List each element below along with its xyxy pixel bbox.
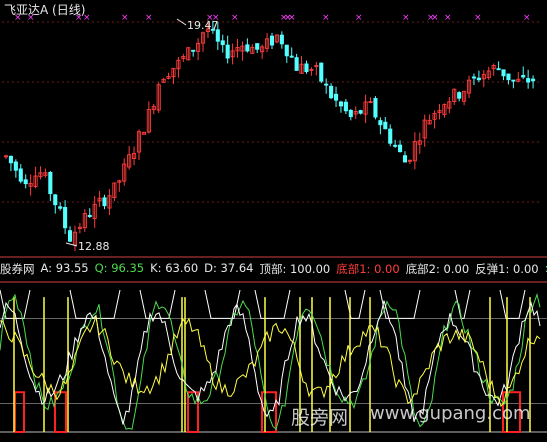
candle-body [58,206,63,209]
candle-body [102,197,107,207]
indicator-name: 股券网 [0,262,35,276]
signal-marker: × [121,13,129,23]
candle-body [18,168,23,182]
candle-body [329,85,334,99]
signal-marker: × [288,13,296,23]
low-price-label: 12.88 [78,240,110,253]
candle-body [476,77,481,81]
signal-marker: × [444,13,452,23]
candle-body [348,109,353,118]
indicator-d-value: D: 37.64 [204,261,254,275]
candle-body [471,76,477,79]
candle-body [319,62,324,82]
candle-body [333,93,339,101]
bottom-zone-box [14,391,25,433]
candle-body [506,73,511,81]
signal-marker: × [402,13,410,23]
top-zone-band [254,289,291,319]
top-zone-band [344,289,366,319]
signal-marker: × [523,13,531,23]
indicator-legend: 股券网 A: 93.55 Q: 96.35 K: 63.60 D: 37.64 … [0,261,547,277]
candle-body [255,43,260,50]
candle-body [393,144,398,147]
candle-body [225,44,230,59]
signal-marker: × [322,13,330,23]
candle-body [511,79,516,82]
candle-body [23,179,28,185]
candle-body [304,63,309,73]
candle-body [67,230,73,242]
candle-body [496,68,501,71]
candle-body [338,101,344,107]
candle-body [383,121,388,130]
candle-body [343,101,348,112]
candle-body [526,78,531,83]
candle-body [63,207,68,229]
candle-body [457,92,462,99]
top-zone-band [499,289,526,319]
candle-body [531,78,536,82]
candle-body [87,214,92,218]
candle-body [279,34,284,45]
candle-body [358,110,363,114]
candle-body [294,57,299,71]
indicator-rebound-value: 反弹1: 0.00 [475,262,539,276]
indicator-top-value: 顶部: 100.00 [259,262,331,276]
chart-canvas: × × × × × × ×× × ××× × × × ×× × × × [0,13,547,433]
signal-marker: × [231,13,239,23]
signal-marker: × [145,13,153,23]
signal-marker: × [431,13,439,23]
watermark-url: www.gupang.com [370,403,531,424]
indicator-a-value: A: 93.55 [40,261,89,275]
indicator-bottom1-value: 底部1: 0.00 [336,262,400,276]
candle-body [8,155,13,164]
candle-body [13,161,18,171]
candle-body [48,171,53,195]
signal-marker: × [474,13,482,23]
candle-body [220,40,225,46]
candle-body [269,35,275,46]
top-zone-band [454,289,471,319]
candle-body [324,83,329,86]
candle-body [191,49,196,52]
candle-body [501,69,506,77]
indicator-q-value: Q: 96.35 [94,261,145,275]
watermark-cn: 股旁网 [291,407,349,429]
candle-body [402,155,408,163]
stock-chart-window: × × × × × × × × × × × × × × × × × × × × 飞亚达A (日线) 19.47 12.… [0,0,547,442]
candle-body [245,44,250,52]
candle-body [398,144,403,153]
candle-body [388,128,393,144]
indicator-bottom2-value: 底部2: 0.00 [405,262,470,276]
stock-title: 飞亚达A (日线) [4,3,86,17]
candle-body [284,44,289,57]
signal-marker: × [355,13,363,23]
candle-body [378,120,383,126]
candle-body [289,55,294,58]
candle-body [53,194,58,206]
candle-body [373,98,378,118]
high-price-label: 19.47 [187,19,219,32]
indicator-k-value: K: 63.60 [150,261,199,275]
candle-body [521,75,526,78]
